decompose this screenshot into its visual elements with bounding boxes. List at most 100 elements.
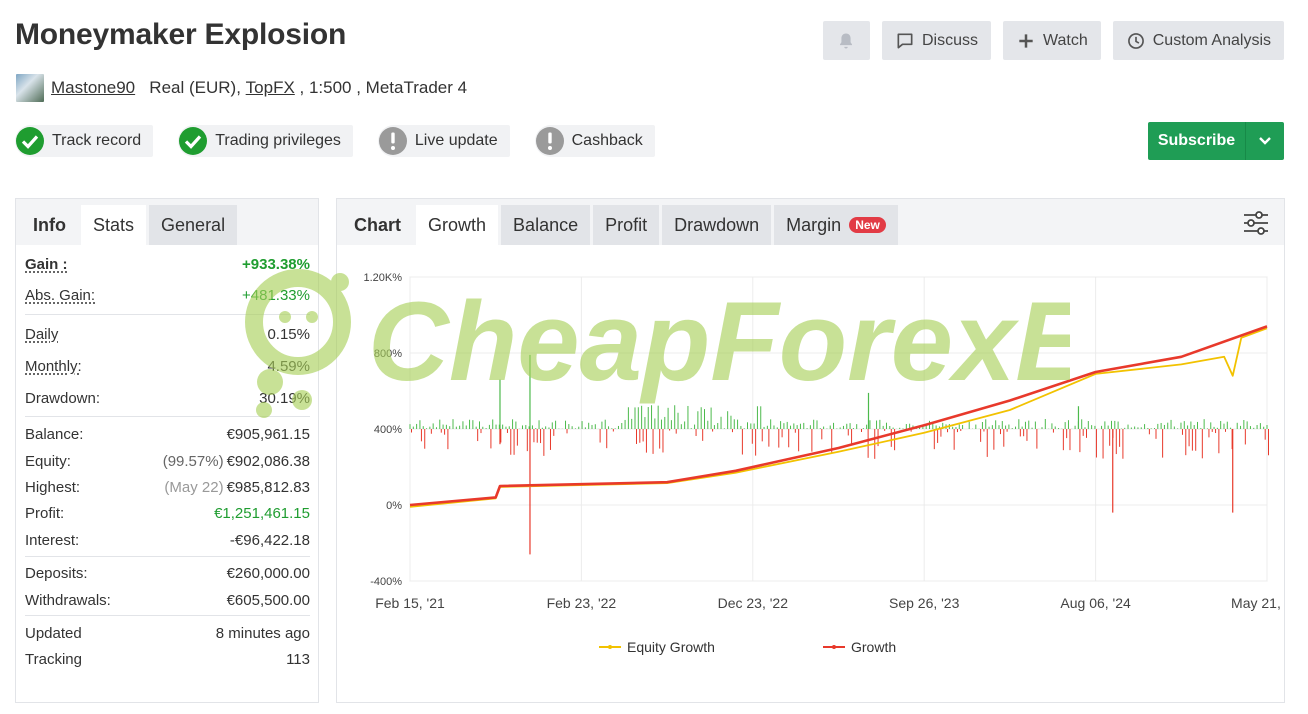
legend-equity-growth[interactable]: Equity Growth (599, 639, 715, 655)
y-tick-label: 800% (374, 348, 402, 360)
subscribe-button[interactable]: Subscribe (1148, 122, 1284, 160)
tab-general[interactable]: General (149, 205, 238, 245)
stat-tracking: Tracking 113 (25, 646, 310, 672)
chart-settings-icon[interactable] (1242, 209, 1270, 237)
highest-date: (May 22) (164, 478, 224, 496)
watch-button[interactable]: Watch (1002, 21, 1101, 60)
account-details: , 1:500 , MetaTrader 4 (294, 78, 468, 97)
legend-swatch (599, 645, 621, 649)
check-circle-icon (16, 127, 44, 155)
badge-label: Live update (414, 132, 498, 149)
divider (25, 615, 310, 616)
stat-highest: Highest: (May 22) €985,812.83 (25, 474, 310, 500)
equity-percent: (99.57%) (162, 452, 224, 470)
divider (25, 314, 310, 315)
stat-balance: Balance: €905,961.15 (25, 421, 310, 448)
stat-interest: Interest: -€96,422.18 (25, 526, 310, 554)
x-tick-label: Dec 23, '22 (718, 595, 789, 611)
watch-label: Watch (1042, 31, 1088, 49)
tab-margin[interactable]: Margin New (774, 205, 898, 245)
badge-label: Track record (52, 132, 142, 149)
custom-analysis-button[interactable]: Custom Analysis (1112, 21, 1284, 60)
custom-analysis-label: Custom Analysis (1152, 31, 1271, 49)
stat-withdrawals: Withdrawals: €605,500.00 (25, 587, 310, 613)
tab-drawdown[interactable]: Drawdown (662, 205, 772, 245)
stat-updated: Updated 8 minutes ago (25, 620, 310, 646)
stat-value: -€96,422.18 (229, 531, 310, 549)
stat-label[interactable]: Monthly: (25, 358, 82, 375)
account-meta: Mastone90 Real (EUR), TopFX , 1:500 , Me… (16, 74, 467, 102)
warning-circle-icon (378, 127, 407, 155)
stat-value: €605,500.00 (226, 591, 310, 609)
stat-label[interactable]: Gain : (25, 256, 68, 273)
stat-value: 30.19% (259, 389, 310, 407)
stat-value: 0.15% (267, 326, 310, 343)
stat-value: €260,000.00 (226, 564, 310, 582)
clock-icon (1127, 32, 1144, 49)
stat-label[interactable]: Daily (25, 326, 58, 343)
chart-tabs: Chart Growth Balance Profit Drawdown Mar… (337, 199, 1284, 245)
y-tick-label: 1.20K% (363, 272, 402, 284)
tab-stats[interactable]: Stats (81, 205, 147, 245)
legend-label: Equity Growth (627, 639, 715, 655)
badge-live-update[interactable]: Live update (377, 125, 510, 157)
stat-label: Interest: (25, 531, 80, 549)
broker-link[interactable]: TopFX (246, 78, 295, 98)
discuss-button[interactable]: Discuss (881, 21, 991, 60)
notifications-button[interactable] (822, 21, 870, 60)
highest-amount: €985,812.83 (226, 478, 310, 496)
tab-balance[interactable]: Balance (501, 205, 591, 245)
x-tick-label: Sep 26, '23 (889, 595, 960, 611)
bell-icon (840, 33, 853, 48)
info-tabs: Info Stats General (16, 199, 318, 245)
stat-value: 113 (286, 650, 310, 668)
y-tick-label: 400% (374, 424, 402, 436)
x-tick-label: Feb 23, '22 (547, 595, 617, 611)
x-tick-label: May 21, '25 (1231, 595, 1284, 611)
stat-label: Withdrawals: (25, 591, 111, 609)
badges: Track record Trading privileges Live upd… (15, 125, 655, 157)
new-badge: New (849, 217, 886, 233)
avatar[interactable] (16, 74, 44, 102)
subscribe-label[interactable]: Subscribe (1148, 122, 1246, 160)
stat-drawdown: Drawdown: 30.19% (25, 382, 310, 414)
discuss-label: Discuss (921, 31, 978, 49)
tab-growth[interactable]: Growth (416, 205, 499, 245)
stat-deposits: Deposits: €260,000.00 (25, 559, 310, 587)
info-title: Info (33, 214, 66, 235)
comment-icon (897, 33, 913, 49)
badge-track-record[interactable]: Track record (15, 125, 154, 157)
stat-monthly: Monthly: 4.59% (25, 350, 310, 382)
subscribe-dropdown[interactable] (1246, 122, 1284, 160)
badge-trading-privileges[interactable]: Trading privileges (178, 125, 353, 157)
x-tick-label: Aug 06, '24 (1060, 595, 1131, 611)
legend-growth[interactable]: Growth (823, 639, 896, 655)
x-tick-label: Feb 15, '21 (375, 595, 445, 611)
y-axis-ticks: 1.20K% 800% 400% 0% -400% (363, 272, 402, 588)
stat-label: Tracking (25, 650, 82, 668)
x-axis-ticks: Feb 15, '21 Feb 23, '22 Dec 23, '22 Sep 26,… (375, 595, 1284, 611)
equity-amount: €902,086.38 (226, 452, 310, 470)
badge-cashback[interactable]: Cashback (534, 125, 655, 157)
growth-chart[interactable]: 1.20K% 800% 400% 0% -400% Feb 15, '21 Feb 23,… (337, 255, 1284, 685)
stat-value: (99.57%) €902,086.38 (163, 453, 310, 470)
top-actions: Discuss Watch Custom Analysis (822, 21, 1284, 60)
plus-icon (1019, 33, 1033, 48)
username-link[interactable]: Mastone90 (51, 78, 135, 98)
stat-abs-gain: Abs. Gain: +481.33% (25, 279, 310, 311)
stat-value: €905,961.15 (226, 426, 310, 443)
stat-value: +933.38% (242, 255, 310, 273)
tab-profit[interactable]: Profit (593, 205, 660, 245)
stat-label: Balance: (25, 426, 84, 443)
badge-label: Trading privileges (215, 132, 341, 149)
stat-label: Highest: (25, 478, 81, 496)
page-title: Moneymaker Explosion (15, 18, 347, 51)
stat-value: €1,251,461.15 (214, 504, 310, 522)
stat-label: Deposits: (25, 564, 88, 582)
legend-swatch (823, 645, 845, 649)
badge-label: Cashback (571, 132, 643, 149)
stat-label: Updated (25, 624, 82, 642)
warning-circle-icon (535, 127, 564, 155)
stat-label: Equity: (25, 452, 71, 470)
stat-label[interactable]: Abs. Gain: (25, 287, 95, 304)
